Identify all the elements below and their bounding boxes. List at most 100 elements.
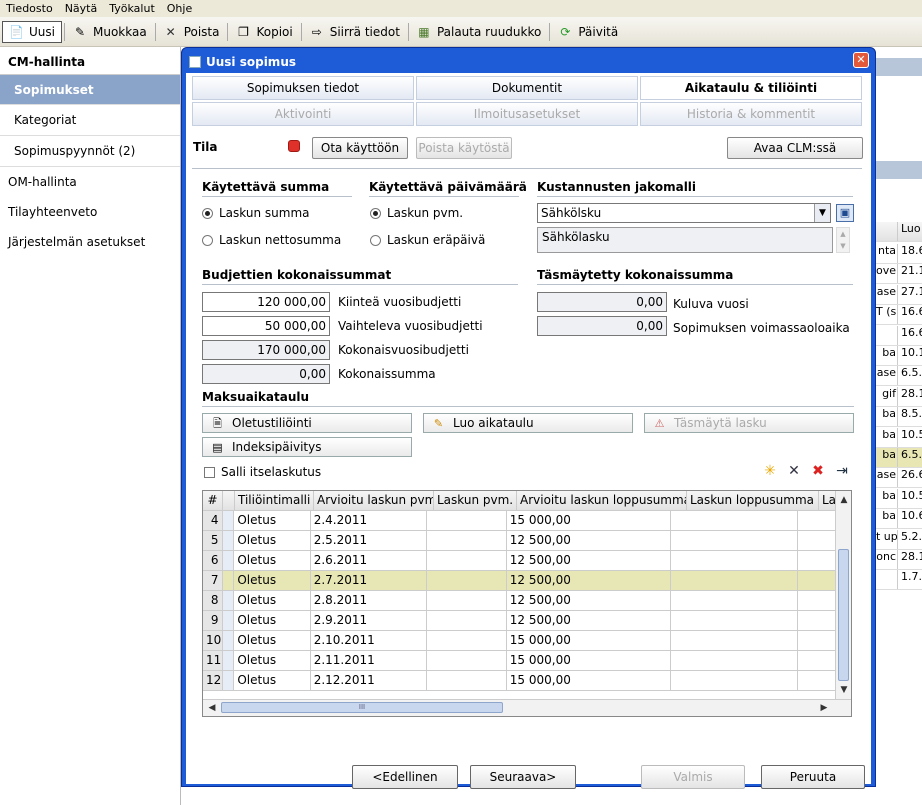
table-cell[interactable]: 2.6.2011 — [311, 551, 427, 570]
grid-header-invoice-date[interactable]: Laskun pvm. — [434, 491, 517, 510]
background-list-row[interactable]: ba8.5.2 — [876, 407, 922, 428]
background-list-row[interactable]: ba10.6 — [876, 509, 922, 530]
row-number-cell[interactable]: 12 — [203, 671, 223, 690]
table-cell[interactable] — [222, 531, 235, 550]
background-list-row[interactable]: ba10.1 — [876, 346, 922, 366]
table-cell[interactable]: 15 000,00 — [507, 671, 671, 690]
table-cell[interactable]: 12 500,00 — [507, 531, 671, 550]
background-list-row[interactable]: onc28.1 — [876, 550, 922, 570]
sidebar-section-system-settings[interactable]: Järjestelmän asetukset — [0, 227, 180, 257]
add-row-icon[interactable]: ✳ — [761, 462, 779, 480]
background-list-row[interactable]: 16.6 — [876, 325, 922, 346]
table-cell[interactable] — [426, 571, 507, 590]
tab-contract-details[interactable]: Sopimuksen tiedot — [192, 76, 414, 100]
horizontal-scrollbar[interactable]: ◀ III ▶ — [203, 699, 851, 716]
scroll-left-icon[interactable]: ◀ — [205, 701, 219, 715]
table-cell[interactable]: Oletus — [234, 611, 311, 630]
table-cell[interactable] — [222, 651, 235, 670]
vertical-scrollbar[interactable]: ▲ ▼ — [835, 491, 851, 700]
tab-notification-settings[interactable]: Ilmoitusasetukset — [416, 102, 638, 126]
refresh-button[interactable]: ⟳ Päivitä — [552, 20, 624, 44]
grid-header-posting-model[interactable]: Tiliöintimalli — [235, 491, 314, 510]
background-list-row[interactable]: nta18.6 — [876, 244, 922, 264]
scroll-down-icon[interactable]: ▼ — [837, 683, 851, 697]
table-cell[interactable] — [671, 671, 799, 690]
reset-grid-button[interactable]: ▦ Palauta ruudukko — [411, 20, 547, 44]
table-cell[interactable]: Oletus — [234, 651, 311, 670]
table-cell[interactable] — [671, 591, 799, 610]
menu-help[interactable]: Ohje — [161, 2, 198, 15]
table-cell[interactable]: Oletus — [234, 511, 311, 530]
table-cell[interactable] — [427, 551, 507, 570]
table-cell[interactable] — [671, 611, 799, 630]
table-cell[interactable]: 15 000,00 — [507, 511, 671, 530]
scroll-thumb[interactable]: III — [221, 702, 503, 713]
row-number-cell[interactable]: 5 — [203, 531, 223, 550]
table-row[interactable]: 12 Oletus 2.12.2011 15 000,00 — [203, 671, 837, 691]
sidebar-section-status-summary[interactable]: Tilayhteenveto — [0, 197, 180, 227]
edit-button[interactable]: ✎ Muokkaa — [67, 20, 153, 44]
menu-file[interactable]: Tiedosto — [0, 2, 59, 15]
table-cell[interactable] — [427, 511, 507, 530]
row-number-cell[interactable]: 9 — [203, 611, 223, 630]
cost-allocation-select[interactable]: Sähkölsku ▼ — [537, 203, 831, 223]
grid-header-est-total[interactable]: Arvioitu laskun loppusumma — [517, 491, 687, 510]
table-cell[interactable]: Oletus — [234, 551, 311, 570]
radio-invoice-net-sum[interactable]: Laskun nettosumma — [202, 233, 341, 247]
menu-view[interactable]: Näytä — [59, 2, 104, 15]
radio-invoice-due-date[interactable]: Laskun eräpäivä — [370, 233, 485, 247]
table-cell[interactable]: Oletus — [234, 671, 311, 690]
table-cell[interactable]: 2.5.2011 — [311, 531, 427, 550]
table-cell[interactable] — [798, 651, 837, 670]
variable-budget-field[interactable]: 50 000,00 — [202, 316, 330, 336]
table-row[interactable]: 7 Oletus 2.7.2011 12 500,00 — [203, 571, 837, 591]
allow-self-invoicing-checkbox[interactable]: Salli itselaskutus — [204, 465, 321, 479]
sidebar-item-contract-requests[interactable]: Sopimuspyynnöt (2) — [0, 136, 180, 167]
table-cell[interactable] — [671, 511, 799, 530]
reconcile-invoice-button[interactable]: ⚠ Täsmäytä lasku — [644, 413, 854, 433]
table-cell[interactable] — [798, 511, 837, 530]
table-cell[interactable] — [671, 651, 799, 670]
menu-tools[interactable]: Työkalut — [103, 2, 161, 15]
delete-all-icon[interactable]: ✖ — [809, 462, 827, 480]
table-cell[interactable] — [427, 651, 507, 670]
description-scrollbar[interactable]: ▲ ▼ — [836, 227, 850, 253]
table-cell[interactable]: Oletus — [234, 631, 311, 650]
table-cell[interactable] — [670, 571, 799, 590]
table-cell[interactable]: 2.11.2011 — [311, 651, 427, 670]
row-number-cell[interactable]: 8 — [203, 591, 223, 610]
table-cell[interactable] — [427, 631, 507, 650]
delete-button[interactable]: ✕ Poista — [158, 20, 226, 44]
table-cell[interactable] — [222, 671, 235, 690]
table-cell[interactable] — [671, 631, 799, 650]
cancel-button[interactable]: Peruuta — [761, 765, 865, 789]
default-posting-button[interactable]: 🗎 Oletustiliöinti — [202, 413, 412, 433]
finish-button[interactable]: Valmis — [641, 765, 745, 789]
table-cell[interactable] — [222, 511, 235, 530]
table-cell[interactable]: 2.9.2011 — [311, 611, 427, 630]
open-in-clm-button[interactable]: Avaa CLM:ssä — [727, 137, 863, 159]
grid-header-est-invoice-date[interactable]: Arvioitu laskun pvm. — [314, 491, 434, 510]
table-row[interactable]: 11 Oletus 2.11.2011 15 000,00 — [203, 651, 837, 671]
table-cell[interactable] — [222, 571, 235, 590]
background-list-row[interactable]: T (s16.6 — [876, 305, 922, 326]
grid-header-number[interactable]: # — [203, 491, 223, 510]
deactivate-button[interactable]: Poista käytöstä — [416, 137, 512, 159]
table-cell[interactable]: 15 000,00 — [507, 651, 671, 670]
table-cell[interactable]: 2.4.2011 — [311, 511, 427, 530]
scroll-thumb[interactable] — [838, 549, 849, 681]
table-cell[interactable] — [427, 531, 507, 550]
table-cell[interactable] — [427, 611, 507, 630]
table-cell[interactable]: 12 500,00 — [507, 591, 671, 610]
create-schedule-button[interactable]: ✎ Luo aikataulu — [423, 413, 633, 433]
row-number-cell[interactable]: 6 — [203, 551, 223, 570]
background-list-row[interactable]: ba10.5 — [876, 427, 922, 448]
chevron-down-icon[interactable]: ▼ — [814, 204, 830, 222]
table-cell[interactable]: 15 000,00 — [507, 631, 671, 650]
previous-button[interactable]: <Edellinen — [352, 765, 458, 789]
background-list-row[interactable]: t up5.2.2 — [876, 529, 922, 550]
background-list-row[interactable]: ove21.1 — [876, 264, 922, 285]
background-list-row[interactable]: ba10.5 — [876, 488, 922, 509]
table-cell[interactable] — [427, 671, 507, 690]
table-row[interactable]: 8 Oletus 2.8.2011 12 500,00 — [203, 591, 837, 611]
